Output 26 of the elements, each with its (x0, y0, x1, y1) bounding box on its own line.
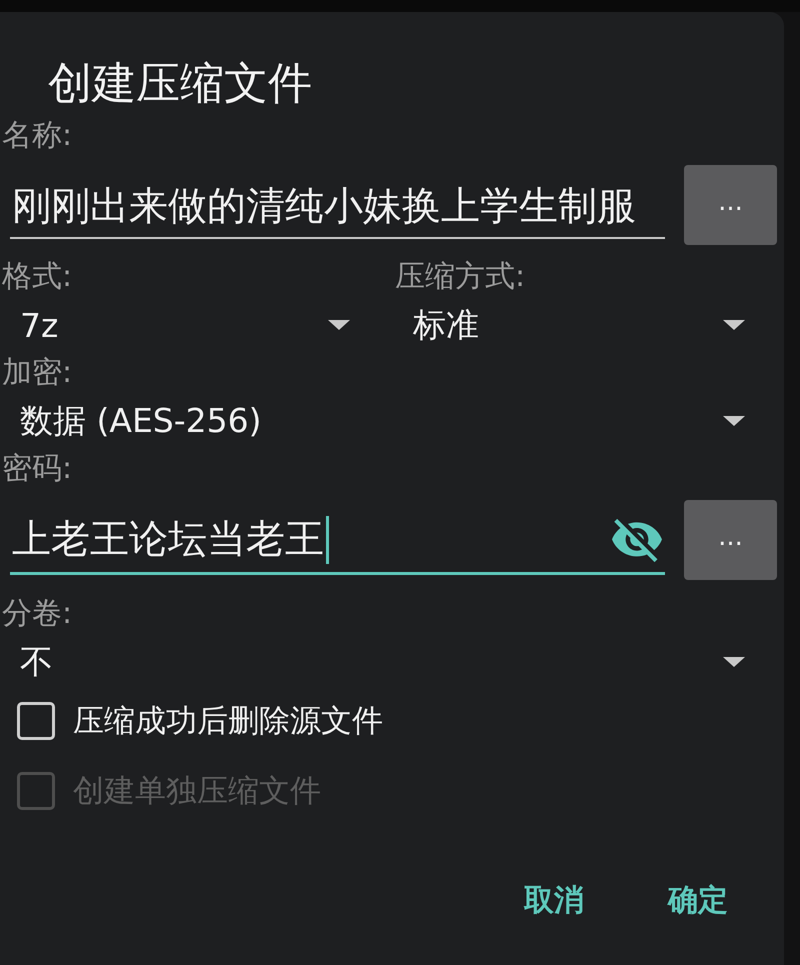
dialog-title: 创建压缩文件 (48, 57, 312, 111)
compression-label: 压缩方式: (395, 258, 526, 296)
caret-icon (723, 416, 745, 426)
checkbox-label: 创建单独压缩文件 (73, 772, 321, 811)
checkbox-label[interactable]: 压缩成功后删除源文件 (73, 700, 383, 742)
encryption-dropdown[interactable]: 数据 (AES-256) (2, 393, 757, 449)
format-label: 格式: (2, 258, 72, 296)
password-label: 密码: (2, 450, 72, 488)
caret-icon (723, 657, 745, 667)
text-cursor-icon (326, 516, 329, 564)
eye-slash-icon[interactable] (612, 518, 662, 562)
confirm-button[interactable]: 确定 (650, 870, 746, 930)
split-label: 分卷: (2, 595, 72, 633)
caret-icon (723, 320, 745, 330)
format-dropdown[interactable]: 7z (2, 297, 362, 353)
name-label: 名称: (2, 117, 72, 155)
split-dropdown[interactable]: 不 (2, 634, 757, 690)
checkbox[interactable] (17, 702, 55, 740)
name-field[interactable]: 刚刚出来做的清纯小妹换上学生制服 (10, 165, 665, 239)
password-field[interactable]: 上老王论坛当老王 (10, 500, 665, 575)
caret-icon (328, 320, 350, 330)
encryption-label: 加密: (2, 354, 72, 392)
browse-button[interactable]: ... (684, 500, 777, 580)
cancel-button[interactable]: 取消 (506, 870, 602, 930)
browse-button[interactable]: ... (684, 165, 777, 245)
compression-dropdown[interactable]: 标准 (395, 297, 757, 353)
